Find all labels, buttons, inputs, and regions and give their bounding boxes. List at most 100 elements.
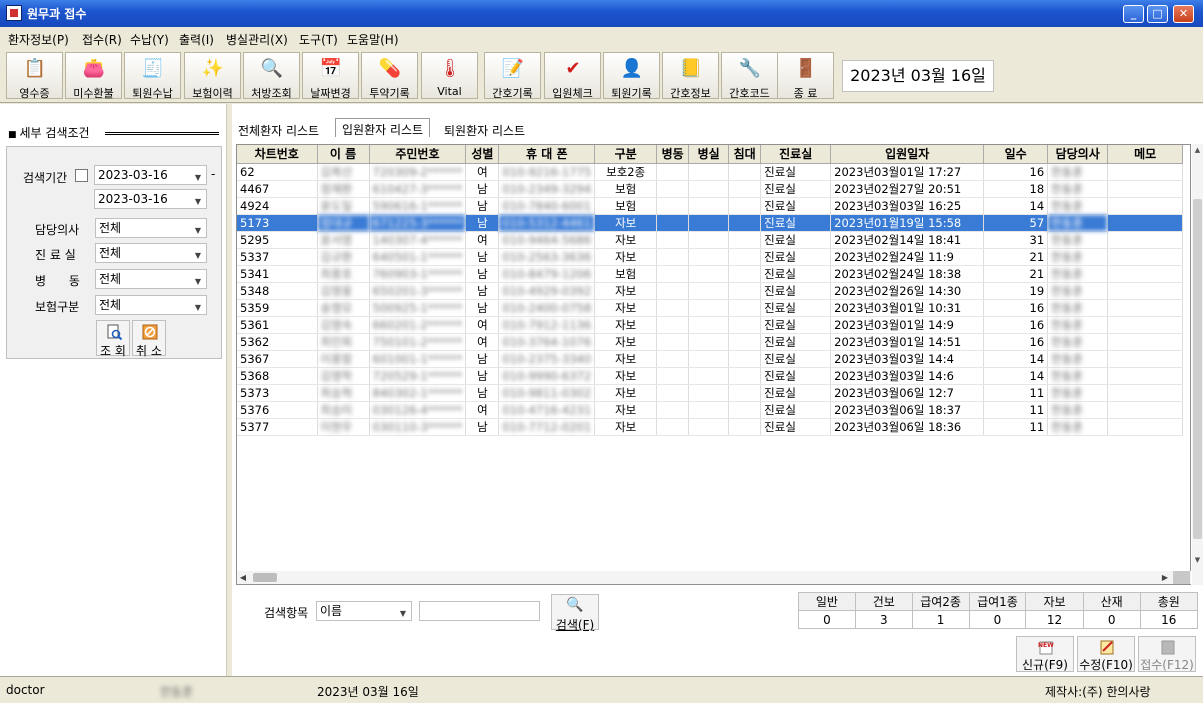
exit-button[interactable]: 🚪 종 료 — [777, 52, 834, 100]
edit-button[interactable]: 수정(F10) — [1077, 636, 1135, 672]
tab-discharged-patients[interactable]: 퇴원환자 리스트 — [438, 120, 531, 139]
column-header[interactable]: 차트번호 — [237, 145, 318, 164]
admission-check-button[interactable]: ✔ 입원체크 — [544, 52, 601, 100]
doctor-select[interactable]: 전체 ▼ — [95, 218, 207, 238]
filter-search-button[interactable]: 조 회 — [96, 320, 130, 358]
table-cell: 자보 — [594, 316, 658, 334]
column-header[interactable]: 병동 — [656, 145, 690, 164]
tab-inpatients[interactable]: 입원환자 리스트 — [335, 118, 431, 137]
date-from-picker[interactable]: 2023-03-16 ▼ — [94, 165, 207, 185]
column-header[interactable]: 침대 — [728, 145, 762, 164]
scroll-left-icon[interactable]: ◀ — [237, 571, 249, 584]
search-button[interactable]: 🔍 검색(F) — [551, 594, 599, 632]
table-cell — [728, 384, 762, 402]
receipt-button[interactable]: 📋 영수증 — [6, 52, 63, 100]
table-cell: 2023년03월01일 10:31 — [830, 299, 985, 317]
tab-all-patients[interactable]: 전체환자 리스트 — [232, 120, 325, 139]
menu-reception[interactable]: 접수(R) — [82, 31, 122, 48]
table-row[interactable]: 5341 최용호 760903-1****** 남 010-8479-1206 보험 진료실… — [237, 265, 1184, 283]
refund-button[interactable]: 👛 미수환불 — [65, 52, 122, 100]
column-header[interactable]: 구분 — [594, 145, 658, 164]
toolbar: 📋 영수증 👛 미수환불 🧾 퇴원수납 ✨ 보험이력 🔍 처방조회 📅 날짜변경… — [0, 49, 1203, 103]
prescription-search-button[interactable]: 🔍 처방조회 — [243, 52, 300, 100]
table-cell: 진료실 — [760, 299, 832, 317]
table-row[interactable]: 5361 김영숙 660201-2****** 여 010-7912-1136 자보 진료실… — [237, 316, 1184, 334]
menu-tools[interactable]: 도구(T) — [299, 31, 338, 48]
column-header[interactable]: 이 름 — [317, 145, 370, 164]
column-header[interactable]: 병실 — [688, 145, 730, 164]
scroll-right-icon[interactable]: ▶ — [1159, 571, 1171, 584]
search-field-select[interactable]: 이름 ▼ — [316, 601, 412, 621]
discharge-payment-icon: 🧾 — [141, 58, 165, 79]
horizontal-scrollbar[interactable]: ◀ ▶ — [237, 571, 1191, 584]
table-row[interactable]: 4467 정재환 610427-3****** 남 010-2349-3294 보험 진료실… — [237, 180, 1184, 198]
filter-cancel-button[interactable]: 취 소 — [132, 320, 166, 358]
column-header[interactable]: 일수 — [983, 145, 1049, 164]
table-cell: 이용함 — [317, 350, 370, 368]
table-row[interactable]: 5348 김영웅 650201-3****** 남 010-4929-0392 자보 진료실… — [237, 282, 1184, 300]
check-icon: ✔ — [565, 58, 581, 79]
date-to-picker[interactable]: 2023-03-16 ▼ — [94, 189, 207, 209]
table-row[interactable]: 5173 정대규 671225-3****** 남 010-5312-4461 자보 진료실… — [237, 214, 1184, 232]
register-button[interactable]: 접수(F12) — [1138, 636, 1196, 672]
new-button[interactable]: NEW 신규(F9) — [1016, 636, 1074, 672]
table-row[interactable]: 5337 김규환 640501-1****** 남 010-2563-3636 자보 진료실… — [237, 248, 1184, 266]
menu-payment[interactable]: 수납(Y) — [130, 31, 169, 48]
table-cell: 한동훈 — [1047, 401, 1109, 419]
maximize-button[interactable]: □ — [1147, 5, 1168, 23]
table-cell — [688, 333, 730, 351]
table-row[interactable]: 5362 최민희 750101-2****** 여 010-3764-1076 자보 진료실… — [237, 333, 1184, 351]
column-header[interactable]: 입원일자 — [830, 145, 985, 164]
table-row[interactable]: 5376 최승미 030126-4****** 여 010-4716-4231 자보 진료실… — [237, 401, 1184, 419]
close-button[interactable]: ✕ — [1173, 5, 1194, 23]
ward-select[interactable]: 전체 ▼ — [95, 269, 207, 289]
table-row[interactable]: 4924 윤도일 590616-1****** 남 010-7840-6001 보험 진료실… — [237, 197, 1184, 215]
table-row[interactable]: 5295 윤서영 140307-4****** 여 010-9464-5686 자보 진료실… — [237, 231, 1184, 249]
vertical-scroll-thumb[interactable] — [1193, 199, 1202, 539]
table-cell: 남 — [465, 282, 500, 300]
nursing-record-button[interactable]: 📝 간호기록 — [484, 52, 541, 100]
table-cell — [656, 197, 690, 215]
table-cell: 671225-3****** — [369, 214, 467, 232]
nursing-info-button[interactable]: 📒 간호정보 — [662, 52, 719, 100]
insurance-history-button[interactable]: ✨ 보험이력 — [184, 52, 241, 100]
discharge-record-button[interactable]: 👤 퇴원기록 — [603, 52, 660, 100]
column-header[interactable]: 담당의사 — [1047, 145, 1109, 164]
column-header[interactable]: 휴 대 폰 — [498, 145, 596, 164]
insurance-select[interactable]: 전체 ▼ — [95, 295, 207, 315]
search-input[interactable] — [419, 601, 540, 621]
table-row[interactable]: 5367 이용함 601001-1****** 남 010-2375-3340 자보 진료실… — [237, 350, 1184, 368]
minimize-button[interactable]: _ — [1123, 5, 1144, 23]
table-cell: 750101-2****** — [369, 333, 467, 351]
scroll-up-icon[interactable]: ▲ — [1192, 144, 1203, 156]
table-cell: 한동훈 — [1047, 265, 1109, 283]
menu-help[interactable]: 도움말(H) — [347, 31, 399, 48]
table-cell — [728, 367, 762, 385]
table-row[interactable]: 5377 이현우 030110-3****** 남 010-7712-0201 자보 진료실… — [237, 418, 1184, 436]
period-checkbox[interactable] — [75, 169, 88, 182]
column-header[interactable]: 주민번호 — [369, 145, 467, 164]
date-change-button[interactable]: 📅 날짜변경 — [302, 52, 359, 100]
menu-patient-info[interactable]: 환자정보(P) — [8, 31, 69, 48]
vital-button[interactable]: 🌡 Vital — [421, 52, 478, 99]
medication-record-button[interactable]: 💊 투약기록 — [361, 52, 418, 100]
table-row[interactable]: 62 김복선 720309-2****** 여 010-9216-1775 보호2종 진료실… — [237, 163, 1184, 181]
medication-icon: 💊 — [378, 58, 402, 79]
column-header[interactable]: 메모 — [1107, 145, 1184, 164]
scroll-down-icon[interactable]: ▼ — [1192, 554, 1203, 566]
menu-ward-management[interactable]: 병실관리(X) — [226, 31, 288, 48]
discharge-payment-button[interactable]: 🧾 퇴원수납 — [124, 52, 181, 100]
table-row[interactable]: 5373 최승혁 840302-1****** 남 010-9811-0302 자보 진료실… — [237, 384, 1184, 402]
table-row[interactable]: 5368 김영학 720529-1****** 남 010-9990-6372 자보 진료실… — [237, 367, 1184, 385]
table-cell: 5337 — [237, 248, 318, 266]
table-row[interactable]: 5359 송명모 500925-1****** 남 010-2400-0758 자보 진료실… — [237, 299, 1184, 317]
vertical-scrollbar[interactable]: ▲ ▼ — [1192, 144, 1203, 585]
nursing-code-button[interactable]: 🔧 간호코드 — [721, 52, 778, 100]
clinic-select[interactable]: 전체 ▼ — [95, 243, 207, 263]
column-header[interactable]: 성별 — [465, 145, 500, 164]
column-header[interactable]: 진료실 — [760, 145, 832, 164]
horizontal-scroll-thumb[interactable] — [253, 573, 277, 582]
menu-print[interactable]: 출력(I) — [179, 31, 214, 48]
table-cell — [728, 231, 762, 249]
table-cell: 010-3764-1076 — [498, 333, 596, 351]
